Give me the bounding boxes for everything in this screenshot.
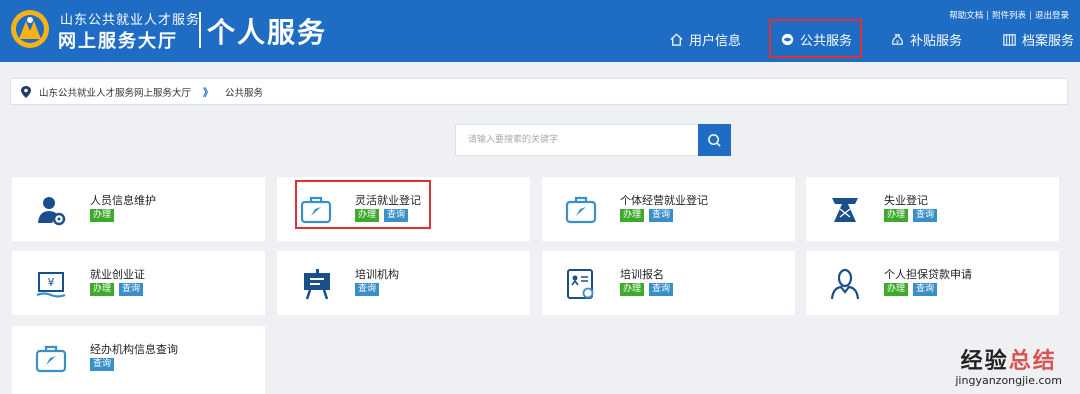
briefcase-icon bbox=[35, 345, 67, 373]
watermark-part1: 经验 bbox=[960, 349, 1009, 374]
card-personnel-info[interactable]: 人员信息维护 办理 bbox=[12, 177, 265, 241]
nav-label: 档案服务 bbox=[1022, 33, 1075, 49]
search-icon bbox=[708, 133, 721, 147]
query-tag[interactable]: 查询 bbox=[90, 358, 115, 371]
top-links: 帮助文档 | 附件列表 | 退出登录 bbox=[949, 9, 1069, 21]
card-self-employment[interactable]: 个体经营就业登记 办理 查询 bbox=[542, 177, 795, 241]
card-title: 人员信息维护 bbox=[90, 194, 156, 207]
card-title: 个人担保贷款申请 bbox=[884, 268, 972, 281]
training-signup-icon bbox=[567, 269, 594, 299]
query-tag[interactable]: 查询 bbox=[119, 283, 144, 296]
card-title: 失业登记 bbox=[884, 194, 928, 207]
svg-text:¥: ¥ bbox=[48, 276, 55, 289]
handle-tag[interactable]: 办理 bbox=[620, 209, 645, 222]
money-bag-icon: ¥ bbox=[892, 33, 903, 45]
search-button[interactable] bbox=[698, 124, 731, 156]
watermark: 经验总结 jingyanzongjie.com bbox=[955, 343, 1062, 387]
nav-user-info[interactable]: 用户信息 bbox=[669, 29, 741, 49]
top-header: 山东公共就业人才服务 网上服务大厅 个人服务 帮助文档 | 附件列表 | 退出登录 用户… bbox=[0, 0, 1080, 62]
query-tag[interactable]: 查询 bbox=[649, 209, 674, 222]
handle-tag[interactable]: 办理 bbox=[884, 209, 909, 222]
briefcase-icon bbox=[565, 196, 597, 224]
card-guarantee-loan[interactable]: 个人担保贷款申请 办理 查询 bbox=[806, 251, 1059, 315]
brand-line2: 网上服务大厅 bbox=[58, 31, 178, 52]
watermark-url: jingyanzongjie.com bbox=[955, 374, 1062, 387]
certificate-icon: ¥ bbox=[36, 272, 66, 298]
handle-tag[interactable]: 办理 bbox=[620, 283, 645, 296]
query-tag[interactable]: 查询 bbox=[913, 283, 938, 296]
card-title: 个体经营就业登记 bbox=[620, 194, 708, 207]
breadcrumb-current: 公共服务 bbox=[225, 87, 264, 99]
card-agency-info-query[interactable]: 经办机构信息查询 查询 bbox=[12, 326, 265, 394]
query-tag[interactable]: 查询 bbox=[913, 209, 938, 222]
card-title: 培训机构 bbox=[355, 268, 399, 281]
logo-icon bbox=[11, 10, 49, 48]
watermark-part2: 总结 bbox=[1008, 349, 1057, 374]
breadcrumb-separator: 》 bbox=[203, 88, 214, 99]
user-gear-icon bbox=[38, 197, 66, 226]
card-title: 培训报名 bbox=[620, 268, 664, 281]
location-pin-icon bbox=[21, 85, 31, 98]
card-title: 经办机构信息查询 bbox=[90, 343, 178, 356]
attachments-link[interactable]: 附件列表 bbox=[992, 9, 1026, 21]
handle-tag[interactable]: 办理 bbox=[884, 283, 909, 296]
nav-subsidy-service[interactable]: ¥ 补贴服务 bbox=[890, 29, 962, 49]
breadcrumb-home[interactable]: 山东公共就业人才服务网上服务大厅 bbox=[39, 85, 191, 99]
nav-highlight-box bbox=[769, 19, 862, 58]
query-tag[interactable]: 查询 bbox=[649, 283, 674, 296]
card-training-institution[interactable]: 培训机构 查询 bbox=[277, 251, 530, 315]
search-input[interactable] bbox=[455, 124, 699, 156]
nav-label: 补贴服务 bbox=[910, 33, 963, 49]
logout-link[interactable]: 退出登录 bbox=[1035, 9, 1069, 21]
archive-icon bbox=[1003, 33, 1016, 46]
handle-tag[interactable]: 办理 bbox=[90, 283, 115, 296]
card-unemployment[interactable]: 失业登记 办理 查询 bbox=[806, 177, 1059, 241]
card-employment-certificate[interactable]: ¥ 就业创业证 办理 查询 bbox=[12, 251, 265, 315]
brand-divider bbox=[199, 12, 201, 48]
tie-icon bbox=[832, 198, 858, 222]
brand-line1: 山东公共就业人才服务 bbox=[60, 13, 201, 28]
person-icon bbox=[830, 268, 860, 300]
page-title: 个人服务 bbox=[207, 16, 328, 49]
nav-label: 用户信息 bbox=[689, 33, 742, 49]
svg-text:¥: ¥ bbox=[896, 39, 899, 45]
easel-icon bbox=[304, 269, 330, 300]
card-training-signup[interactable]: 培训报名 办理 查询 bbox=[542, 251, 795, 315]
help-docs-link[interactable]: 帮助文档 bbox=[949, 9, 983, 21]
card-highlight-box bbox=[295, 180, 431, 229]
nav-archive-service[interactable]: 档案服务 bbox=[1002, 29, 1074, 49]
breadcrumb: 山东公共就业人才服务网上服务大厅 》 公共服务 bbox=[10, 78, 1068, 105]
query-tag[interactable]: 查询 bbox=[355, 283, 380, 296]
card-title: 就业创业证 bbox=[90, 268, 145, 281]
home-icon bbox=[670, 33, 683, 46]
handle-tag[interactable]: 办理 bbox=[90, 209, 115, 222]
